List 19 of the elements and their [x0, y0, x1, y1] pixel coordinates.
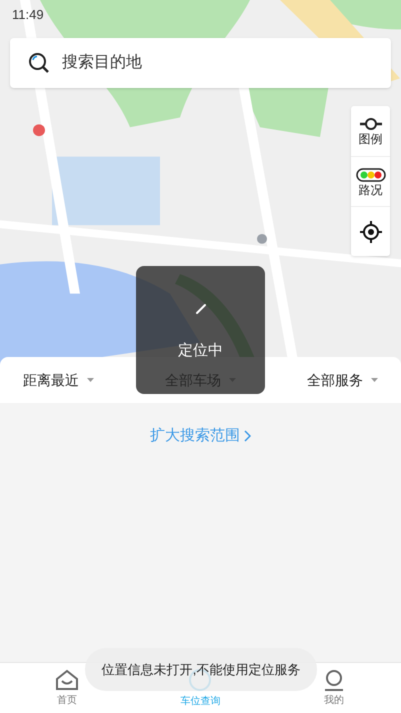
search-bar[interactable]: 搜索目的地 [10, 38, 391, 88]
search-icon [28, 52, 50, 74]
caret-icon [87, 378, 94, 382]
house-icon [54, 668, 79, 690]
search-field[interactable]: 搜索目的地 [62, 51, 373, 75]
traffic-light-icon [356, 168, 386, 182]
traffic-button[interactable]: 路况 [351, 156, 390, 206]
spinner-icon [194, 302, 208, 316]
chevron-right-icon [244, 430, 251, 442]
filter-dropdown[interactable]: 距离最近 [23, 370, 94, 390]
toast: 位置信息未打开,不能使用定位服务 [85, 648, 317, 691]
person-icon [323, 668, 346, 690]
loading-text: 定位中 [178, 341, 223, 361]
caret-icon [371, 378, 378, 382]
filter-dropdown[interactable]: 全部服务 [307, 370, 378, 390]
status-time: 11:49 [12, 7, 44, 22]
legend-icon [360, 117, 382, 131]
locate-icon [360, 220, 382, 242]
legend-button[interactable]: 图例 [351, 106, 390, 156]
